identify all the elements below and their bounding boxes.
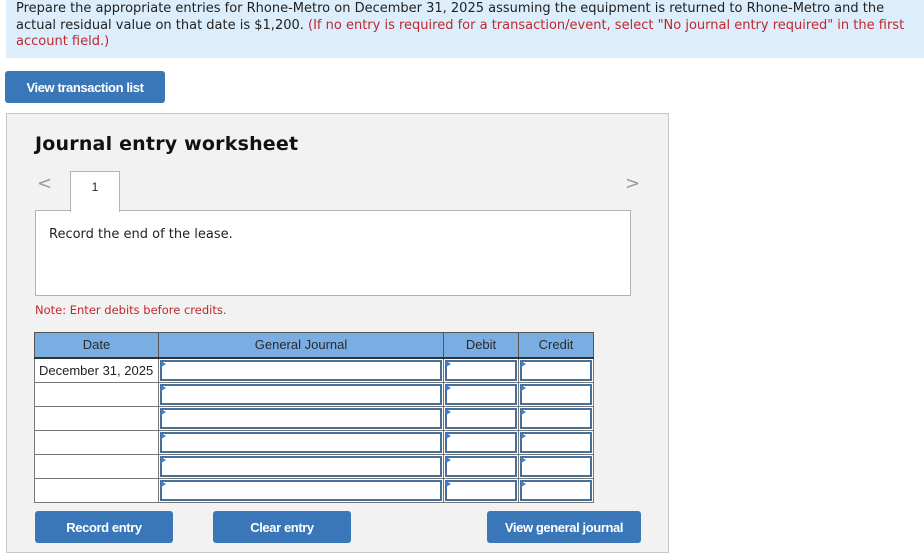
view-transaction-list-button[interactable]: View transaction list xyxy=(5,71,165,103)
account-cell xyxy=(158,453,444,479)
table-row xyxy=(34,453,594,479)
account-cell xyxy=(158,429,444,455)
debit-input[interactable] xyxy=(445,431,517,453)
date-cell xyxy=(34,453,159,479)
account-cell xyxy=(158,405,444,431)
dropdown-indicator-icon xyxy=(161,384,166,391)
view-general-journal-button[interactable]: View general journal xyxy=(487,511,641,543)
date-cell: December 31, 2025 xyxy=(34,357,159,383)
dropdown-indicator-icon xyxy=(161,432,166,439)
dropdown-indicator-icon xyxy=(446,360,451,367)
dropdown-indicator-icon xyxy=(521,360,526,367)
debit-input[interactable] xyxy=(445,455,517,477)
credit-cell xyxy=(518,381,594,407)
chevron-left-icon[interactable]: < xyxy=(37,174,52,194)
credit-input[interactable] xyxy=(520,431,592,453)
account-input[interactable] xyxy=(160,407,442,429)
dropdown-indicator-icon xyxy=(446,408,451,415)
debit-cell xyxy=(443,477,519,503)
header-general-journal: General Journal xyxy=(158,332,444,359)
dropdown-indicator-icon xyxy=(446,480,451,487)
debit-cell xyxy=(443,381,519,407)
table-row xyxy=(34,405,594,431)
account-input[interactable] xyxy=(160,431,442,453)
date-cell xyxy=(34,381,159,407)
debit-input[interactable] xyxy=(445,383,517,405)
credit-input[interactable] xyxy=(520,383,592,405)
account-input[interactable] xyxy=(160,479,442,501)
header-debit: Debit xyxy=(443,332,519,359)
entry-description: Record the end of the lease. xyxy=(49,227,233,242)
debit-cell xyxy=(443,405,519,431)
dropdown-indicator-icon xyxy=(161,480,166,487)
debit-cell xyxy=(443,453,519,479)
account-input[interactable] xyxy=(160,383,442,405)
debit-input[interactable] xyxy=(445,407,517,429)
credit-cell xyxy=(518,429,594,455)
credit-input[interactable] xyxy=(520,455,592,477)
header-credit: Credit xyxy=(518,332,594,359)
credit-input[interactable] xyxy=(520,407,592,429)
date-cell xyxy=(34,405,159,431)
dropdown-indicator-icon xyxy=(446,384,451,391)
clear-entry-button[interactable]: Clear entry xyxy=(213,511,351,543)
table-row: December 31, 2025 xyxy=(34,357,594,383)
entry-description-box: Record the end of the lease. xyxy=(35,210,631,296)
record-entry-button[interactable]: Record entry xyxy=(35,511,173,543)
question-prompt: Prepare the appropriate entries for Rhon… xyxy=(6,0,924,58)
table-row xyxy=(34,477,594,503)
credit-cell xyxy=(518,357,594,383)
account-input[interactable] xyxy=(160,455,442,477)
table-row xyxy=(34,429,594,455)
credit-cell xyxy=(518,477,594,503)
debit-cell xyxy=(443,429,519,455)
account-input[interactable] xyxy=(160,359,442,381)
debit-credit-note: Note: Enter debits before credits. xyxy=(35,303,227,317)
dropdown-indicator-icon xyxy=(446,456,451,463)
dropdown-indicator-icon xyxy=(521,384,526,391)
table-header-row: Date General Journal Debit Credit xyxy=(34,332,594,359)
date-cell xyxy=(34,429,159,455)
dropdown-indicator-icon xyxy=(161,456,166,463)
credit-cell xyxy=(518,405,594,431)
dropdown-indicator-icon xyxy=(521,432,526,439)
account-cell xyxy=(158,477,444,503)
table-row xyxy=(34,381,594,407)
header-date: Date xyxy=(34,332,159,359)
journal-entry-worksheet-panel: Journal entry worksheet < 1 > Record the… xyxy=(6,113,669,553)
account-cell xyxy=(158,357,444,383)
credit-input[interactable] xyxy=(520,359,592,381)
credit-cell xyxy=(518,453,594,479)
dropdown-indicator-icon xyxy=(161,408,166,415)
tab-entry-1[interactable]: 1 xyxy=(70,171,120,212)
dropdown-indicator-icon xyxy=(521,480,526,487)
date-cell xyxy=(34,477,159,503)
worksheet-title: Journal entry worksheet xyxy=(35,133,299,155)
journal-table: Date General Journal Debit Credit Decemb… xyxy=(34,332,594,503)
debit-cell xyxy=(443,357,519,383)
debit-input[interactable] xyxy=(445,359,517,381)
dropdown-indicator-icon xyxy=(446,432,451,439)
dropdown-indicator-icon xyxy=(521,408,526,415)
credit-input[interactable] xyxy=(520,479,592,501)
chevron-right-icon[interactable]: > xyxy=(625,174,640,194)
dropdown-indicator-icon xyxy=(521,456,526,463)
debit-input[interactable] xyxy=(445,479,517,501)
dropdown-indicator-icon xyxy=(161,360,166,367)
account-cell xyxy=(158,381,444,407)
